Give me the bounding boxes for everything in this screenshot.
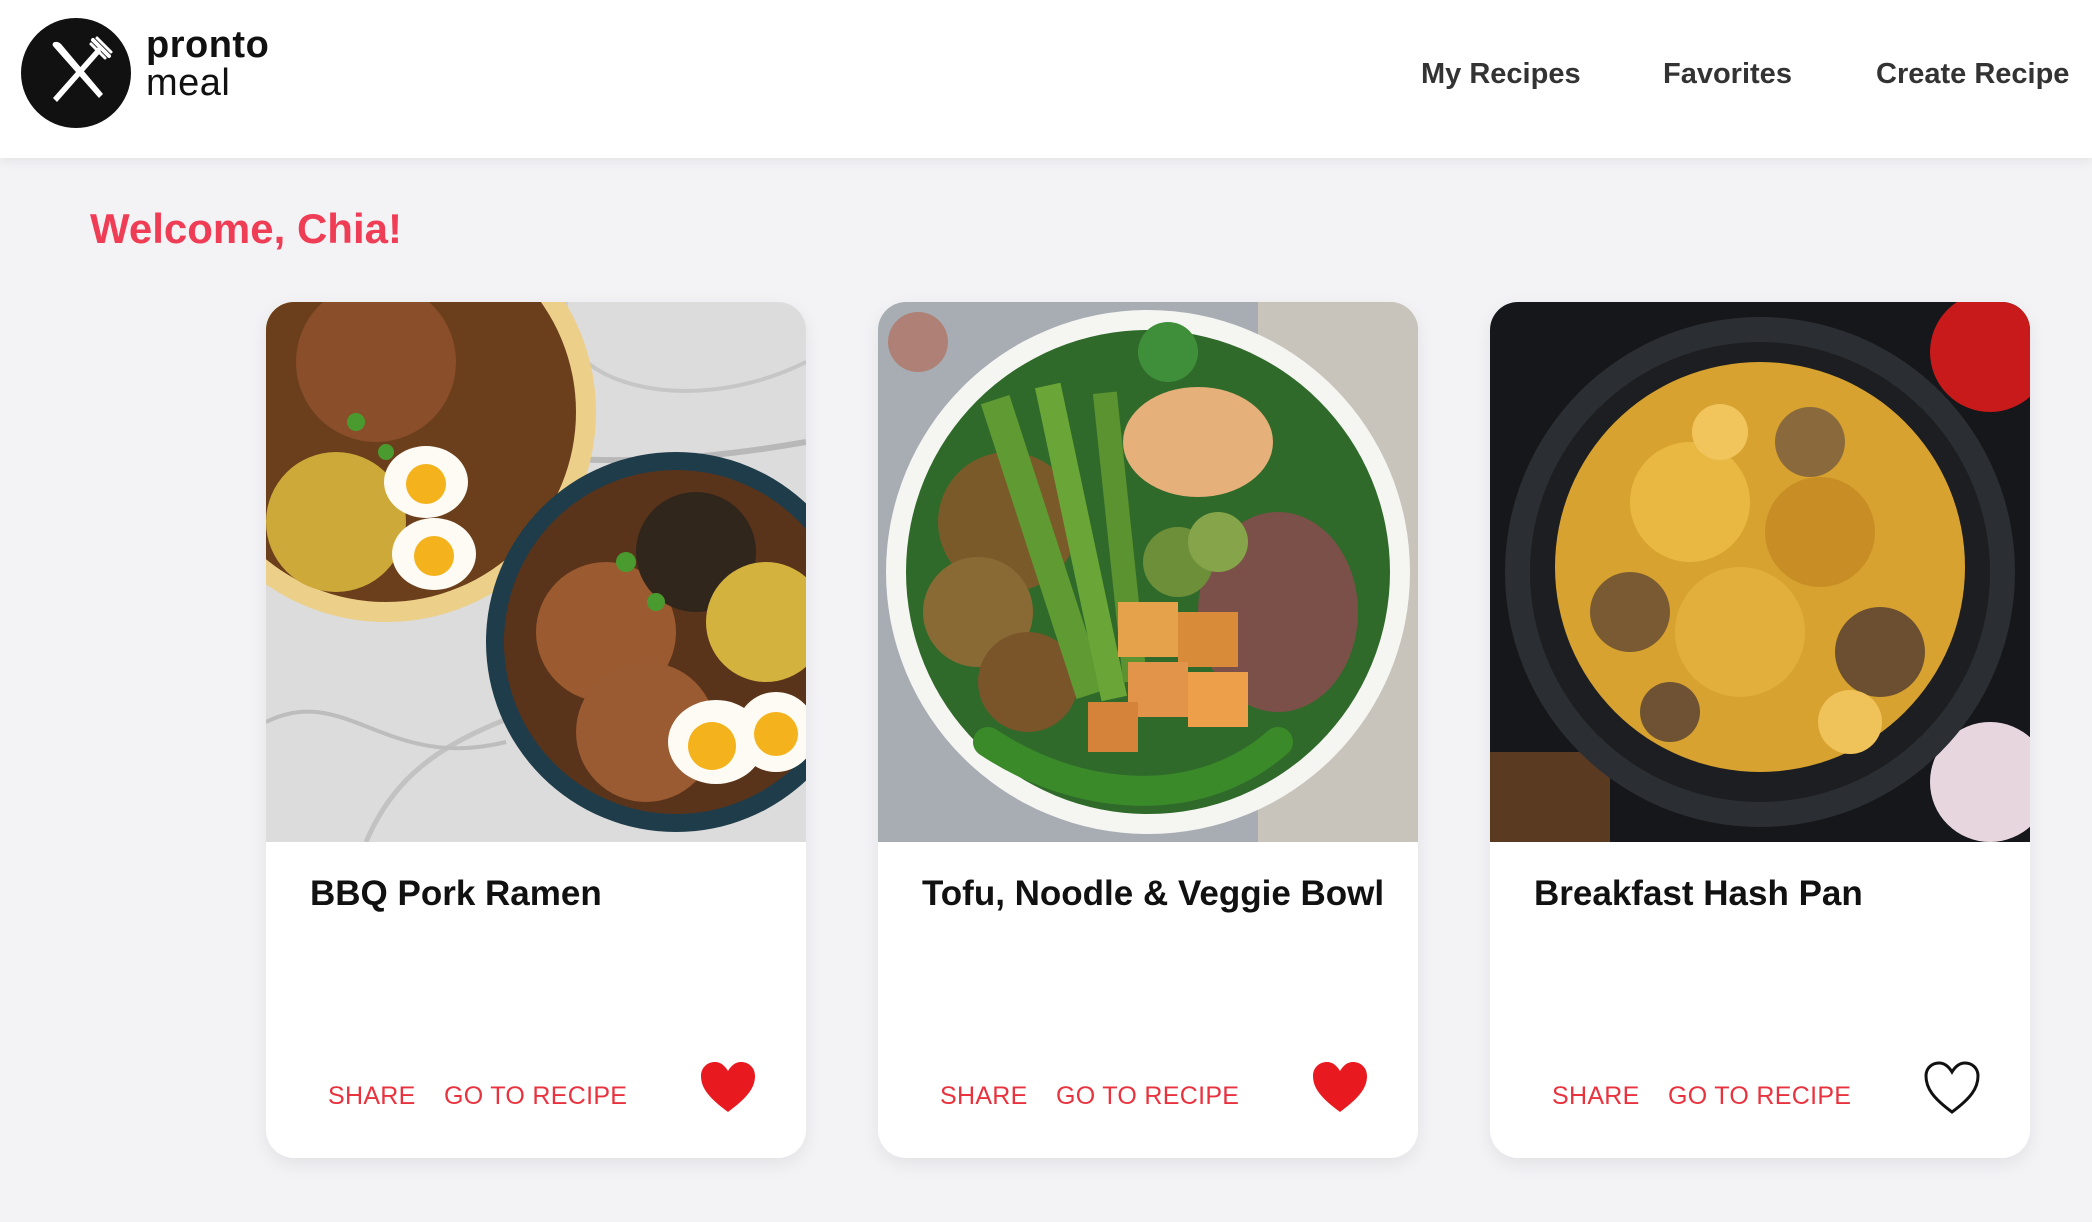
recipe-image[interactable] [1490,302,2030,842]
brand-name-line2: meal [146,62,231,104]
recipe-card: BBQ Pork Ramen SHARE GO TO RECIPE [266,302,806,1158]
heart-outline-icon[interactable] [1923,1060,1981,1116]
recipe-image[interactable] [266,302,806,842]
share-button[interactable]: SHARE [328,1082,416,1111]
recipe-card: Breakfast Hash Pan SHARE GO TO RECIPE [1490,302,2030,1158]
logo-badge[interactable] [21,18,131,128]
brand-name-line1: pronto [146,24,270,66]
go-to-recipe-button[interactable]: GO TO RECIPE [1668,1082,1851,1111]
go-to-recipe-button[interactable]: GO TO RECIPE [444,1082,627,1111]
welcome-heading: Welcome, Chia! [90,205,402,252]
brand-wordmark[interactable]: pronto meal [146,26,269,102]
recipe-card: Tofu, Noodle & Veggie Bowl SHARE GO TO R… [878,302,1418,1158]
top-header: pronto meal My Recipes Favorites Create … [0,0,2092,158]
heart-filled-icon[interactable] [1311,1060,1369,1116]
heart-filled-icon[interactable] [699,1060,757,1116]
recipe-title: Breakfast Hash Pan [1534,874,1863,913]
recipe-title: Tofu, Noodle & Veggie Bowl [922,874,1385,913]
share-button[interactable]: SHARE [940,1082,1028,1111]
recipe-image[interactable] [878,302,1418,842]
nav-my-recipes[interactable]: My Recipes [1421,58,1581,91]
go-to-recipe-button[interactable]: GO TO RECIPE [1056,1082,1239,1111]
fork-knife-crossed-icon [52,36,113,102]
recipe-title: BBQ Pork Ramen [310,874,602,913]
share-button[interactable]: SHARE [1552,1082,1640,1111]
nav-create-recipe[interactable]: Create Recipe [1876,58,2069,91]
nav-favorites[interactable]: Favorites [1663,58,1792,91]
